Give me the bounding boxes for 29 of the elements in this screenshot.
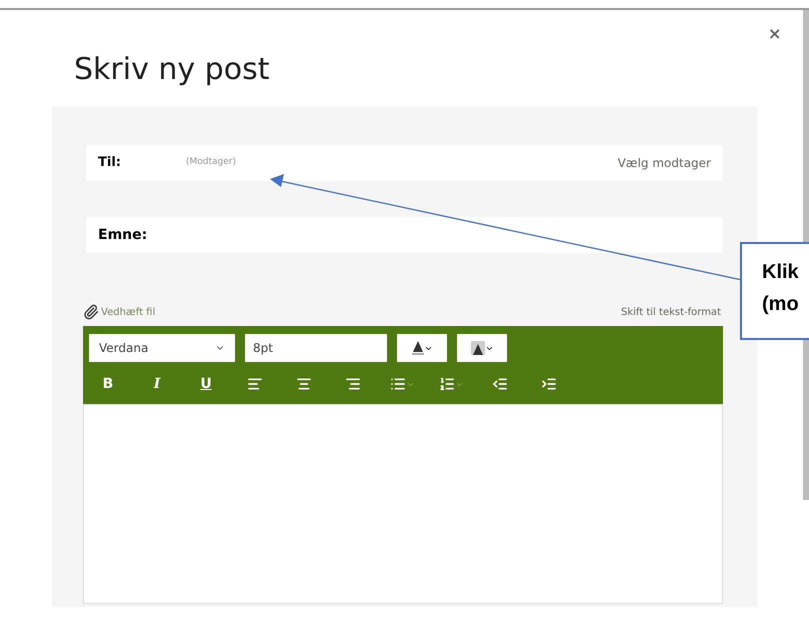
text-color-icon [412, 341, 424, 355]
indent-icon [541, 376, 557, 392]
highlight-color-button[interactable] [457, 334, 507, 362]
dialog-title: Skriv ny post [74, 51, 270, 89]
numbers-icon [438, 376, 454, 392]
subject-field[interactable]: Emne: [86, 217, 723, 253]
outdent-icon [492, 376, 508, 392]
subject-label: Emne: [98, 226, 148, 244]
underline-button[interactable]: U [187, 370, 225, 398]
choose-recipient-link[interactable]: Vælg modtager [618, 154, 711, 172]
plain-text-link[interactable]: Skift til tekst-format [621, 304, 721, 320]
align-center-icon [296, 376, 312, 392]
bold-button[interactable]: B [89, 370, 127, 398]
callout-text: (mo [762, 292, 799, 317]
font-size-field[interactable]: 8pt [245, 334, 387, 362]
italic-button[interactable]: I [138, 370, 176, 398]
close-button[interactable]: × [768, 22, 782, 46]
paperclip-icon [83, 304, 99, 320]
recipient-field[interactable]: Til: (Modtager) Vælg modtager [86, 145, 723, 181]
bullets-icon [390, 376, 406, 392]
font-dropdown[interactable]: Verdana [89, 334, 235, 362]
to-label: Til: [98, 154, 122, 172]
callout-text: Klik [762, 260, 799, 285]
recipient-placeholder: (Modtager) [186, 156, 236, 170]
attach-file-link[interactable]: Vedhæft fil [83, 304, 156, 320]
text-color-button[interactable] [397, 334, 447, 362]
align-left-icon [247, 376, 263, 392]
highlight-color-icon [470, 341, 484, 355]
align-right-icon [345, 376, 361, 392]
